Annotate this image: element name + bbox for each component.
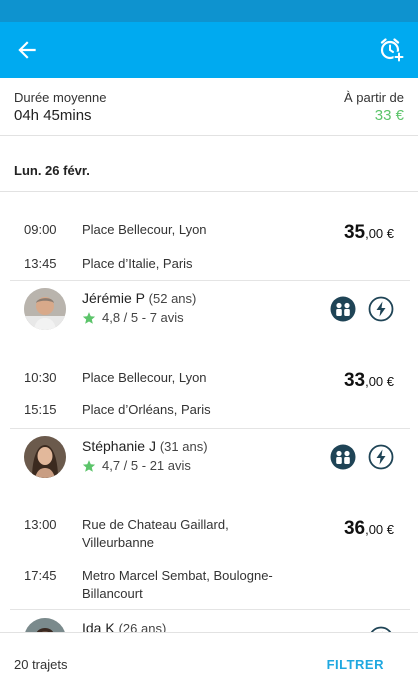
trip-price: 35,00 €: [344, 222, 394, 244]
duration-value: 04h 45mins: [14, 107, 92, 124]
date-label: Lun. 26 févr.: [14, 163, 90, 178]
price-decimal: ,00 €: [365, 374, 394, 389]
driver-row[interactable]: Stéphanie J (31 ans) 4,7 / 5 - 21 avis: [0, 428, 418, 486]
arrival-place: Place d’Italie, Paris: [82, 256, 193, 271]
driver-rating: 4,8 / 5 - 7 avis: [82, 310, 184, 325]
driver-row[interactable]: Jérémie P (52 ans) 4,8 / 5 - 7 avis: [0, 280, 418, 338]
avatar: [24, 288, 66, 330]
avatar: [24, 436, 66, 478]
departure-time: 13:00: [24, 517, 57, 532]
driver-name: Jérémie P (52 ans): [82, 290, 197, 306]
trip-summary: Durée moyenne 04h 45mins À partir de 33 …: [0, 78, 418, 136]
arrival-time: 13:45: [24, 256, 57, 271]
rating-text: 4,7 / 5 - 21 avis: [102, 458, 191, 473]
departure-place: Rue de Chateau Gaillard, Villeurbanne: [82, 517, 229, 550]
results-count: 20 trajets: [14, 657, 68, 672]
comfort-people-icon: [330, 296, 356, 322]
price-from-value: 33 €: [374, 107, 404, 124]
star-icon: [82, 311, 96, 324]
departure-time: 10:30: [24, 370, 57, 385]
price-integer: 35: [343, 222, 366, 243]
arrival-time: 17:45: [24, 568, 57, 583]
instant-booking-icon: [368, 296, 394, 322]
trip-price: 36,00 €: [344, 518, 394, 540]
arrow-left-icon[interactable]: [14, 37, 40, 63]
price-decimal: ,00 €: [365, 226, 394, 241]
trip-price: 33,00 €: [344, 370, 394, 392]
departure-place: Place Bellecour, Lyon: [82, 370, 207, 385]
arrival-place: Place d’Orléans, Paris: [82, 402, 211, 417]
price-integer: 36: [343, 518, 366, 539]
results-footer: 20 trajets FILTRER: [0, 632, 418, 694]
status-bar: [0, 0, 418, 22]
duration-label: Durée moyenne: [14, 90, 107, 105]
departure-place: Place Bellecour, Lyon: [82, 222, 207, 237]
app-bar: [0, 22, 418, 78]
arrival-time: 15:15: [24, 402, 57, 417]
driver-rating: 4,7 / 5 - 21 avis: [82, 458, 191, 473]
driver-name: Stéphanie J (31 ans): [82, 438, 208, 454]
price-from-label: À partir de: [344, 90, 404, 105]
comfort-people-icon: [330, 444, 356, 470]
price-integer: 33: [343, 370, 366, 391]
instant-booking-icon: [368, 444, 394, 470]
date-header: Lun. 26 févr.: [0, 150, 418, 192]
arrival-place: Metro Marcel Sembat, Boulogne-Billancour…: [82, 568, 273, 601]
star-icon: [82, 459, 96, 472]
price-decimal: ,00 €: [365, 522, 394, 537]
rating-text: 4,8 / 5 - 7 avis: [102, 310, 184, 325]
filter-button[interactable]: FILTRER: [327, 657, 384, 672]
departure-time: 09:00: [24, 222, 57, 237]
alarm-add-icon[interactable]: [378, 36, 406, 64]
